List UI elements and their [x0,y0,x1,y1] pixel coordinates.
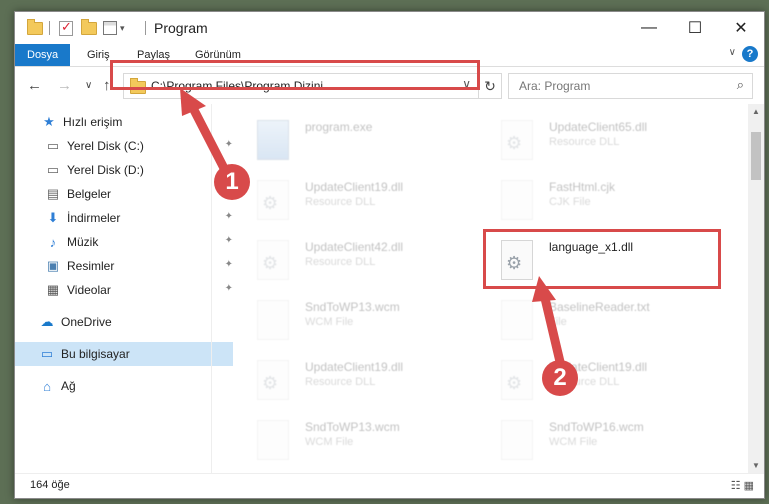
step-1-badge: 1 [214,164,250,200]
arrow-2-head [532,276,556,302]
annotation-arrows [180,88,566,368]
step-2-badge: 2 [542,360,578,396]
arrow-2-shaft [539,292,566,368]
